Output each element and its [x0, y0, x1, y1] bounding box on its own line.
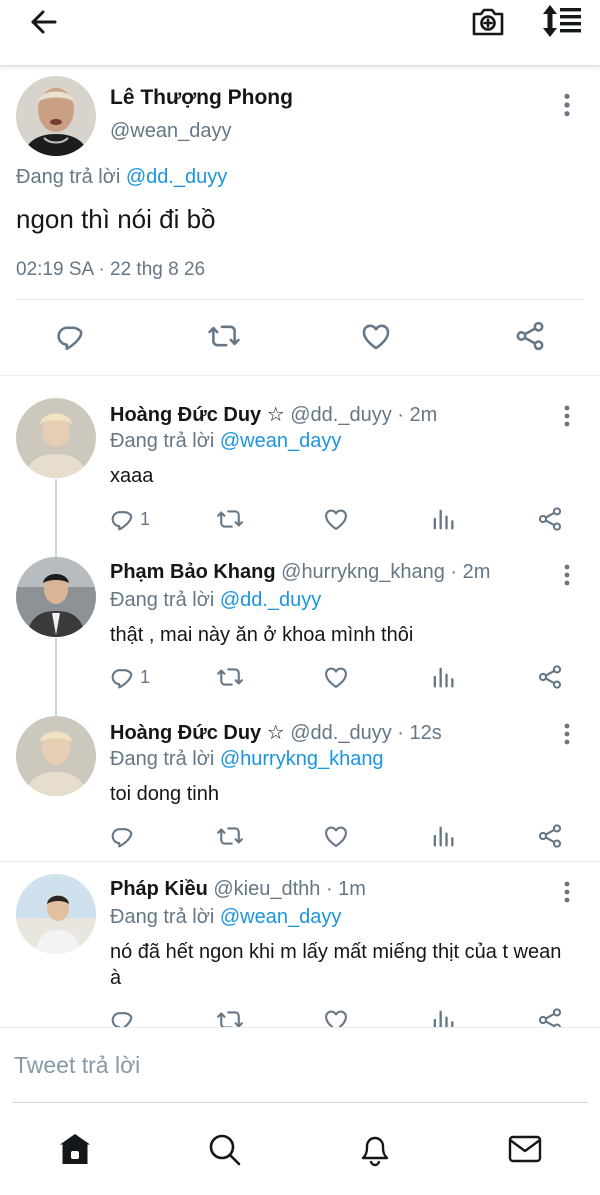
- replying-to: Đang trả lời @dd._duyy: [110, 589, 321, 612]
- top-app-bar: [0, 0, 600, 66]
- author-handle[interactable]: @dd._duyy · 2m: [285, 404, 437, 426]
- bottom-navigation: [0, 1107, 600, 1195]
- mention-link[interactable]: @dd._duyy: [126, 166, 227, 188]
- divider: [16, 299, 584, 300]
- tweet-actions: 1: [0, 663, 600, 693]
- input-underline: [12, 1102, 588, 1103]
- messages-icon[interactable]: [507, 1131, 543, 1167]
- replying-to-label: Đang trả lời: [16, 166, 126, 188]
- divider: [0, 861, 600, 862]
- author-handle[interactable]: @kieu_dthh · 1m: [208, 878, 366, 900]
- sort-icon[interactable]: [541, 4, 583, 38]
- reply-header: Hoàng Đức Duy ☆ @dd._duyy · 2m: [110, 402, 437, 427]
- reply-icon[interactable]: [108, 505, 136, 533]
- tweet-text: thật , mai này ăn ở khoa mình thôi: [110, 624, 414, 646]
- tweet-actions: 1: [0, 505, 600, 535]
- reply-icon[interactable]: [53, 319, 87, 353]
- reply-icon[interactable]: [108, 663, 136, 691]
- reply-count: 1: [140, 509, 151, 529]
- author-handle[interactable]: @dd._duyy · 12s: [285, 722, 442, 744]
- main-tweet: Lê Thượng Phong @wean_dayy Đang trả lời …: [0, 66, 600, 376]
- home-icon[interactable]: [57, 1131, 93, 1167]
- more-options-icon[interactable]: [556, 92, 578, 118]
- avatar[interactable]: [16, 557, 96, 637]
- replying-to: Đang trả lời @hurrykng_khang: [110, 748, 384, 771]
- camera-plus-icon[interactable]: [470, 4, 506, 40]
- like-icon[interactable]: [322, 822, 350, 850]
- author-name[interactable]: Pháp Kiều: [110, 878, 208, 900]
- share-icon[interactable]: [536, 663, 564, 691]
- tweet-actions: [0, 822, 600, 852]
- more-options-icon[interactable]: [557, 404, 577, 428]
- notifications-icon[interactable]: [357, 1131, 393, 1167]
- more-options-icon[interactable]: [557, 722, 577, 746]
- reply-header: Hoàng Đức Duy ☆ @dd._duyy · 12s: [110, 720, 442, 745]
- like-icon[interactable]: [322, 505, 350, 533]
- replying-to-label: Đang trả lời: [110, 748, 220, 770]
- more-options-icon[interactable]: [557, 880, 577, 904]
- tweet-timestamp: 02:19 SA · 22 thg 8 26: [16, 259, 206, 280]
- like-icon[interactable]: [359, 319, 393, 353]
- stats-icon[interactable]: [429, 663, 457, 691]
- avatar[interactable]: [16, 398, 96, 478]
- avatar[interactable]: [16, 76, 96, 156]
- more-options-icon[interactable]: [557, 563, 577, 587]
- mention-link[interactable]: @wean_dayy: [220, 430, 341, 452]
- author-name[interactable]: Hoàng Đức Duy ☆: [110, 404, 285, 426]
- replying-to-label: Đang trả lời: [110, 906, 220, 928]
- tweet-text: xaaa: [110, 465, 154, 487]
- share-icon[interactable]: [536, 822, 564, 850]
- stats-icon[interactable]: [429, 822, 457, 850]
- author-name[interactable]: Phạm Bảo Khang: [110, 561, 276, 583]
- replying-to: Đang trả lời @wean_dayy: [110, 906, 341, 929]
- reply-header: Pháp Kiều @kieu_dthh · 1m: [110, 878, 366, 901]
- tweet-text: nó đã hết ngon khi m lấy mất miếng thịt …: [110, 941, 562, 989]
- author-handle[interactable]: @hurrykng_khang · 2m: [276, 561, 490, 583]
- stats-icon[interactable]: [429, 505, 457, 533]
- share-icon[interactable]: [536, 505, 564, 533]
- reply-composer[interactable]: Tweet trả lời: [0, 1027, 600, 1107]
- search-icon[interactable]: [206, 1131, 242, 1167]
- replying-to: Đang trả lời @dd._duyy: [16, 166, 227, 189]
- reply-icon[interactable]: [108, 822, 136, 850]
- retweet-icon[interactable]: [207, 319, 241, 353]
- tweet-text: toi dong tinh: [110, 783, 219, 805]
- retweet-icon[interactable]: [216, 663, 244, 691]
- author-handle[interactable]: @wean_dayy: [110, 120, 231, 143]
- author-name[interactable]: Lê Thượng Phong: [110, 86, 293, 110]
- replying-to-label: Đang trả lời: [110, 589, 220, 611]
- mention-link[interactable]: @hurrykng_khang: [220, 748, 384, 770]
- reply-header: Phạm Bảo Khang @hurrykng_khang · 2m: [110, 561, 490, 584]
- reply-input[interactable]: Tweet trả lời: [14, 1052, 140, 1079]
- retweet-icon[interactable]: [216, 822, 244, 850]
- mention-link[interactable]: @wean_dayy: [220, 906, 341, 928]
- like-icon[interactable]: [322, 663, 350, 691]
- retweet-icon[interactable]: [216, 505, 244, 533]
- share-icon[interactable]: [513, 319, 547, 353]
- author-name[interactable]: Hoàng Đức Duy ☆: [110, 722, 285, 744]
- avatar[interactable]: [16, 874, 96, 954]
- avatar[interactable]: [16, 716, 96, 796]
- replying-to: Đang trả lời @wean_dayy: [110, 430, 341, 453]
- reply-count: 1: [140, 667, 151, 687]
- mention-link[interactable]: @dd._duyy: [220, 589, 321, 611]
- replying-to-label: Đang trả lời: [110, 430, 220, 452]
- arrow-left-icon[interactable]: [28, 6, 60, 38]
- tweet-text: ngon thì nói đi bồ: [16, 204, 216, 234]
